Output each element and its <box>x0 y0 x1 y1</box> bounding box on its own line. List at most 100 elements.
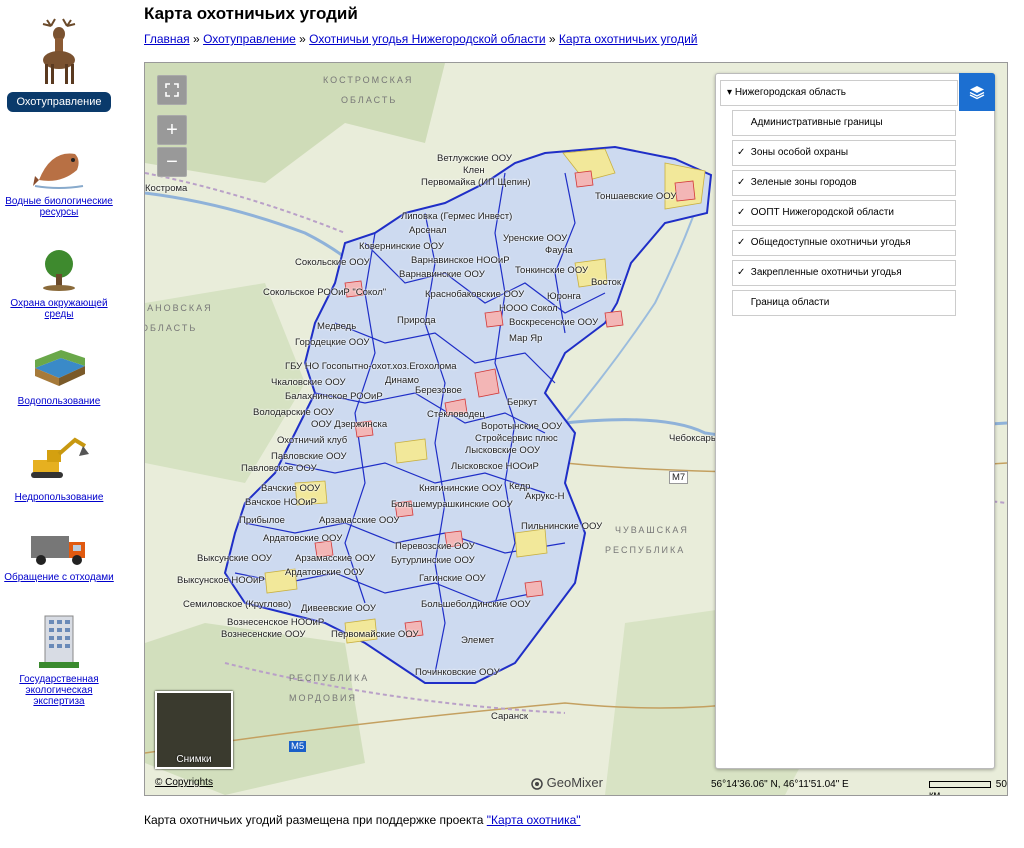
hunting-unit-label: ГБУ НО Госопытно-охот.хоз.Егохолома <box>285 361 457 372</box>
hunting-unit-label: Городецкие ООУ <box>295 337 370 348</box>
layers-panel: ▾ Нижегородская область Административные… <box>715 73 995 769</box>
region-label: ОБЛАСТЬ <box>144 323 198 333</box>
hunting-unit-label: Ардатовские ООУ <box>263 533 343 544</box>
layer-row[interactable]: ✓ Зоны особой охраны <box>732 140 956 166</box>
geomixer-icon <box>531 777 543 790</box>
hunting-unit-label: Большеболдинские ООУ <box>421 599 531 610</box>
geomixer-logo[interactable]: GeoMixer <box>531 775 603 790</box>
breadcrumb-separator: » <box>193 32 200 46</box>
layer-label: Зеленые зоны городов <box>750 177 857 188</box>
expand-icon <box>165 83 179 97</box>
hunting-unit-label: Медведь <box>317 321 357 332</box>
layer-row[interactable]: ✓ Закрепленные охотничьи угодья <box>732 260 956 286</box>
layer-label: Граница области <box>750 297 830 308</box>
sidebar-link-waste[interactable]: Обращение с отходами <box>0 572 118 583</box>
layer-row[interactable]: ✓ Общедоступные охотничьи угодья <box>732 230 956 256</box>
sidebar-link-water-use[interactable]: Водопользование <box>0 396 118 407</box>
hunting-unit-label: Фауна <box>545 245 573 256</box>
hunting-unit-label: Природа <box>397 315 436 326</box>
hunting-unit-label: Арзамасские ООУ <box>319 515 400 526</box>
satellite-basemap-button[interactable]: Снимки <box>155 691 233 769</box>
layer-row[interactable]: ✓ Зеленые зоны городов <box>732 170 956 196</box>
hunting-unit-label: Лысковские ООУ <box>465 445 541 456</box>
layer-row[interactable]: Административные границы <box>732 110 956 136</box>
layer-group-root[interactable]: ▾ Нижегородская область <box>720 80 958 106</box>
sidebar-item-water-bio[interactable]: Водные биологические ресурсы <box>0 140 118 218</box>
checkmark-icon: ✓ <box>737 267 746 278</box>
hunting-unit-label: Гагинские ООУ <box>419 573 486 584</box>
hunting-unit-label: Клен <box>463 165 485 176</box>
footer-text: Карта охотничьих угодий размещена при по… <box>144 813 487 827</box>
excavator-icon <box>31 437 89 478</box>
hunting-unit-label: Сокольские ООУ <box>295 257 370 268</box>
hunting-unit-label: Выксунские ООУ <box>197 553 272 564</box>
hunting-unit-label: Воскресенские ООУ <box>509 317 599 328</box>
breadcrumb: Главная » Охотуправление » Охотничьи уго… <box>144 32 697 46</box>
hunting-unit-label: НООО Сокол <box>499 303 558 314</box>
sidebar-link-expertise[interactable]: Государственная экологическая экспертиза <box>0 674 118 707</box>
region-label: КОСТРОМСКАЯ <box>323 75 414 85</box>
breadcrumb-separator: » <box>299 32 306 46</box>
hunting-unit-label: Прибылое <box>239 515 285 526</box>
hunting-unit-label: Пильнинские ООУ <box>521 521 603 532</box>
breadcrumb-current[interactable]: Карта охотничьих угодий <box>559 32 698 46</box>
road-shield: М5 <box>289 741 307 752</box>
map-viewport[interactable]: КОСТРОМСКАЯ ОБЛАСТЬ ИВАНОВСКАЯ ОБЛАСТЬ Ч… <box>144 62 1008 796</box>
hunting-unit-label: Балахнинское РООиР <box>285 391 383 402</box>
hunting-unit-label: Первомайка (ИП Щепин) <box>421 177 531 188</box>
region-label: РЕСПУБЛИКА <box>605 545 686 555</box>
deer-logo[interactable] <box>0 18 118 88</box>
hunting-unit-label: Павловские ООУ <box>271 451 347 462</box>
sidebar-item-waste[interactable]: Обращение с отходами <box>0 528 118 583</box>
layer-row[interactable]: ✓ ООПТ Нижегородской области <box>732 200 956 226</box>
hunting-unit-label: Акрукс-Н <box>525 491 565 502</box>
copyrights-link[interactable]: © Copyrights <box>155 777 213 788</box>
region-label: РЕСПУБЛИКА <box>289 673 370 683</box>
hunting-unit-label: Перевозские ООУ <box>395 541 475 552</box>
hunting-unit-label: Княгининские ООУ <box>419 483 503 494</box>
layer-row[interactable]: Граница области <box>732 290 956 316</box>
hunting-unit-label: Вачские ООУ <box>261 483 321 494</box>
breadcrumb-separator: » <box>548 32 556 46</box>
sidebar-link-environment[interactable]: Охрана окружающей среды <box>0 298 118 320</box>
road-shield: М7 <box>669 471 689 484</box>
sidebar-item-subsoil[interactable]: Недропользование <box>0 432 118 503</box>
hunting-unit-label: Стекловодец <box>427 409 485 420</box>
fullscreen-button[interactable] <box>157 75 187 105</box>
region-label: ОБЛАСТЬ <box>341 95 398 105</box>
geomixer-brand: GeoMixer <box>546 775 603 790</box>
hunting-unit-label: Ветлужские ООУ <box>437 153 512 164</box>
zoom-in-button[interactable]: + <box>157 115 187 145</box>
sidebar-link-subsoil[interactable]: Недропользование <box>0 492 118 503</box>
zoom-out-button[interactable]: − <box>157 147 187 177</box>
layers-toggle-button[interactable] <box>959 73 995 111</box>
hunting-unit-label: Ардатовские ООУ <box>285 567 365 578</box>
sidebar-item-environment[interactable]: Охрана окружающей среды <box>0 248 118 320</box>
hunting-unit-label: Павловское ООУ <box>241 463 317 474</box>
checkmark-icon: ✓ <box>737 207 746 218</box>
sidebar-item-expertise[interactable]: Государственная экологическая экспертиза <box>0 612 118 707</box>
minus-icon: − <box>166 150 178 173</box>
hunting-unit-label: Варнавинское НООиР <box>411 255 510 266</box>
breadcrumb-hunting-grounds[interactable]: Охотничьи угодья Нижегородской области <box>309 32 545 46</box>
sidebar-link-water-bio[interactable]: Водные биологические ресурсы <box>0 196 118 218</box>
hunting-unit-label: Володарские ООУ <box>253 407 334 418</box>
checkmark-icon: ✓ <box>737 147 746 158</box>
garbage-truck-icon <box>31 536 85 565</box>
layer-label: Зоны особой охраны <box>750 147 849 158</box>
tree-icon <box>43 250 75 291</box>
building-icon <box>39 615 79 668</box>
breadcrumb-home[interactable]: Главная <box>144 32 190 46</box>
scale-bar: 50 км <box>929 779 1007 795</box>
hunting-unit-label: Сокольское РООиР "Сокол" <box>263 287 387 298</box>
hunting-unit-label: Большемурашкинские ООУ <box>391 499 513 510</box>
layers-icon <box>969 86 985 100</box>
hunting-unit-label: Семиловское (Круглово) <box>183 599 292 610</box>
region-label: ЧУВАШСКАЯ <box>615 525 689 535</box>
plus-icon: + <box>166 118 178 141</box>
nav-active-hunting[interactable]: Охотуправление <box>7 92 111 112</box>
breadcrumb-hunting[interactable]: Охотуправление <box>203 32 296 46</box>
sidebar-item-water-use[interactable]: Водопользование <box>0 338 118 407</box>
hunting-unit-label: Вознесенское НООиР <box>227 617 325 628</box>
footer-link[interactable]: "Карта охотника" <box>487 813 581 827</box>
